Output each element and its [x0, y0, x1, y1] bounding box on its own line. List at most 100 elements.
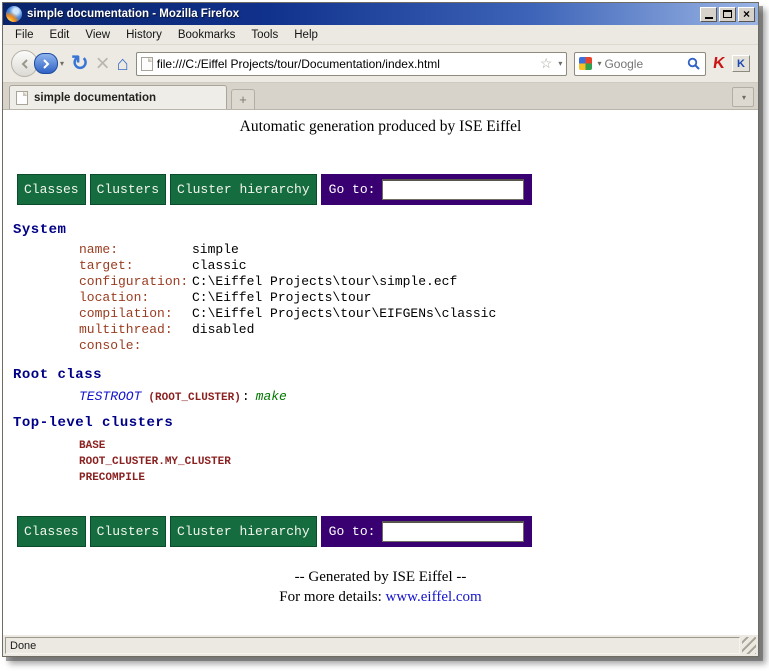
- row-label: location:: [79, 290, 192, 306]
- reload-button[interactable]: ↻: [71, 53, 89, 74]
- root-class-link[interactable]: TESTROOT: [79, 389, 141, 404]
- system-section: System name: simple target: classic conf…: [13, 222, 496, 354]
- page-title: Automatic generation produced by ISE Eif…: [3, 118, 758, 136]
- menu-bar: File Edit View History Bookmarks Tools H…: [3, 25, 758, 45]
- url-bar[interactable]: ☆ ▾: [136, 52, 568, 76]
- maximize-icon: [723, 10, 732, 18]
- system-row: location: C:\Eiffel Projects\tour: [79, 290, 496, 306]
- row-label: console:: [79, 338, 192, 354]
- row-label: compilation:: [79, 306, 192, 322]
- row-value: classic: [192, 258, 247, 274]
- row-label: target:: [79, 258, 192, 274]
- tab-simple-documentation[interactable]: simple documentation: [9, 85, 227, 109]
- more-details-text: For more details:: [279, 589, 385, 605]
- tab-label: simple documentation: [34, 92, 156, 104]
- search-engine-dropdown-icon[interactable]: ▾: [597, 59, 601, 68]
- url-input[interactable]: [157, 57, 536, 71]
- system-row: configuration: C:\Eiffel Projects\tour\s…: [79, 274, 496, 290]
- system-row: multithread: disabled: [79, 322, 496, 338]
- menu-history[interactable]: History: [118, 27, 170, 43]
- root-class-section: Root class TESTROOT (ROOT_CLUSTER) : mak…: [13, 367, 287, 404]
- menu-bookmarks[interactable]: Bookmarks: [170, 27, 244, 43]
- menu-edit[interactable]: Edit: [42, 27, 78, 43]
- search-input[interactable]: [604, 57, 684, 71]
- browser-window: simple documentation - Mozilla Firefox ×…: [2, 2, 759, 657]
- google-icon: [579, 57, 592, 70]
- status-bar: Done: [3, 635, 758, 656]
- page-icon: [141, 57, 153, 71]
- url-dropdown-icon[interactable]: ▾: [558, 59, 562, 68]
- row-value: C:\Eiffel Projects\tour\EIFGENs\classic: [192, 306, 496, 322]
- minimize-button[interactable]: [700, 7, 717, 22]
- root-cluster-name[interactable]: (ROOT_CLUSTER): [148, 392, 240, 404]
- row-value: C:\Eiffel Projects\tour\simple.ecf: [192, 274, 457, 290]
- system-row: compilation: C:\Eiffel Projects\tour\EIF…: [79, 306, 496, 322]
- page-content: Automatic generation produced by ISE Eif…: [3, 110, 758, 635]
- bookmark-star-icon[interactable]: ☆: [540, 55, 553, 72]
- menu-tools[interactable]: Tools: [243, 27, 286, 43]
- classes-button[interactable]: Classes: [17, 516, 86, 547]
- k-extension-button[interactable]: K: [732, 55, 750, 72]
- row-label: configuration:: [79, 274, 192, 290]
- resize-grip[interactable]: [742, 637, 756, 654]
- cluster-hierarchy-button[interactable]: Cluster hierarchy: [170, 174, 317, 205]
- row-label: multithread:: [79, 322, 192, 338]
- root-class-line: TESTROOT (ROOT_CLUSTER) : make: [79, 389, 287, 404]
- status-text: Done: [5, 637, 740, 654]
- classes-button[interactable]: Classes: [17, 174, 86, 205]
- menu-help[interactable]: Help: [286, 27, 326, 43]
- creation-procedure-link[interactable]: make: [256, 389, 287, 404]
- system-rows: name: simple target: classic configurati…: [79, 242, 496, 354]
- cluster-hierarchy-button[interactable]: Cluster hierarchy: [170, 516, 317, 547]
- home-button[interactable]: ⌂: [117, 54, 129, 74]
- system-heading: System: [13, 222, 496, 238]
- tab-list-dropdown-icon: ▾: [742, 93, 746, 102]
- tab-bar: simple documentation + ▾: [3, 83, 758, 110]
- kaspersky-icon[interactable]: K: [712, 55, 726, 73]
- goto-box: Go to:: [321, 174, 533, 205]
- new-tab-button[interactable]: +: [231, 89, 255, 109]
- row-value: simple: [192, 242, 239, 258]
- tab-page-icon: [16, 91, 28, 105]
- goto-input[interactable]: [382, 521, 524, 542]
- root-class-heading: Root class: [13, 367, 287, 383]
- generated-by-text: -- Generated by ISE Eiffel --: [3, 567, 758, 587]
- system-row: name: simple: [79, 242, 496, 258]
- minimize-icon: [705, 16, 713, 19]
- menu-file[interactable]: File: [7, 27, 42, 43]
- clusters-button[interactable]: Clusters: [90, 174, 166, 205]
- goto-input[interactable]: [382, 179, 524, 200]
- goto-label: Go to:: [329, 524, 376, 539]
- close-button[interactable]: ×: [738, 7, 755, 22]
- close-icon: ×: [743, 8, 750, 20]
- clusters-button[interactable]: Clusters: [90, 516, 166, 547]
- clusters-heading: Top-level clusters: [13, 415, 231, 431]
- top-nav-button-bar: Classes Clusters Cluster hierarchy Go to…: [17, 174, 532, 205]
- row-label: name:: [79, 242, 192, 258]
- row-value: C:\Eiffel Projects\tour: [192, 290, 371, 306]
- system-row: target: classic: [79, 258, 496, 274]
- clusters-section: Top-level clusters BASE ROOT_CLUSTER.MY_…: [13, 415, 231, 486]
- title-bar[interactable]: simple documentation - Mozilla Firefox ×: [3, 3, 758, 25]
- search-box[interactable]: ▾: [574, 52, 706, 76]
- history-dropdown-icon[interactable]: ▾: [60, 59, 64, 68]
- eiffel-com-link[interactable]: www.eiffel.com: [386, 589, 482, 605]
- forward-arrow-icon: [41, 59, 51, 69]
- root-separator: :: [242, 389, 250, 404]
- forward-button[interactable]: [34, 53, 58, 74]
- goto-box: Go to:: [321, 516, 533, 547]
- search-icon[interactable]: [687, 57, 701, 71]
- cluster-link-precompile[interactable]: PRECOMPILE: [79, 470, 231, 486]
- row-value: disabled: [192, 322, 254, 338]
- cluster-link-base[interactable]: BASE: [79, 438, 231, 454]
- window-title: simple documentation - Mozilla Firefox: [27, 8, 239, 20]
- stop-button[interactable]: ×: [96, 52, 110, 76]
- list-all-tabs-button[interactable]: ▾: [732, 87, 754, 107]
- cluster-link-root-cluster-my-cluster[interactable]: ROOT_CLUSTER.MY_CLUSTER: [79, 454, 231, 470]
- cluster-list: BASE ROOT_CLUSTER.MY_CLUSTER PRECOMPILE: [79, 438, 231, 486]
- navigation-toolbar: ▾ ↻ × ⌂ ☆ ▾ ▾ K K: [3, 45, 758, 83]
- firefox-logo-icon: [6, 6, 22, 22]
- maximize-button[interactable]: [719, 7, 736, 22]
- menu-view[interactable]: View: [77, 27, 118, 43]
- goto-label: Go to:: [329, 182, 376, 197]
